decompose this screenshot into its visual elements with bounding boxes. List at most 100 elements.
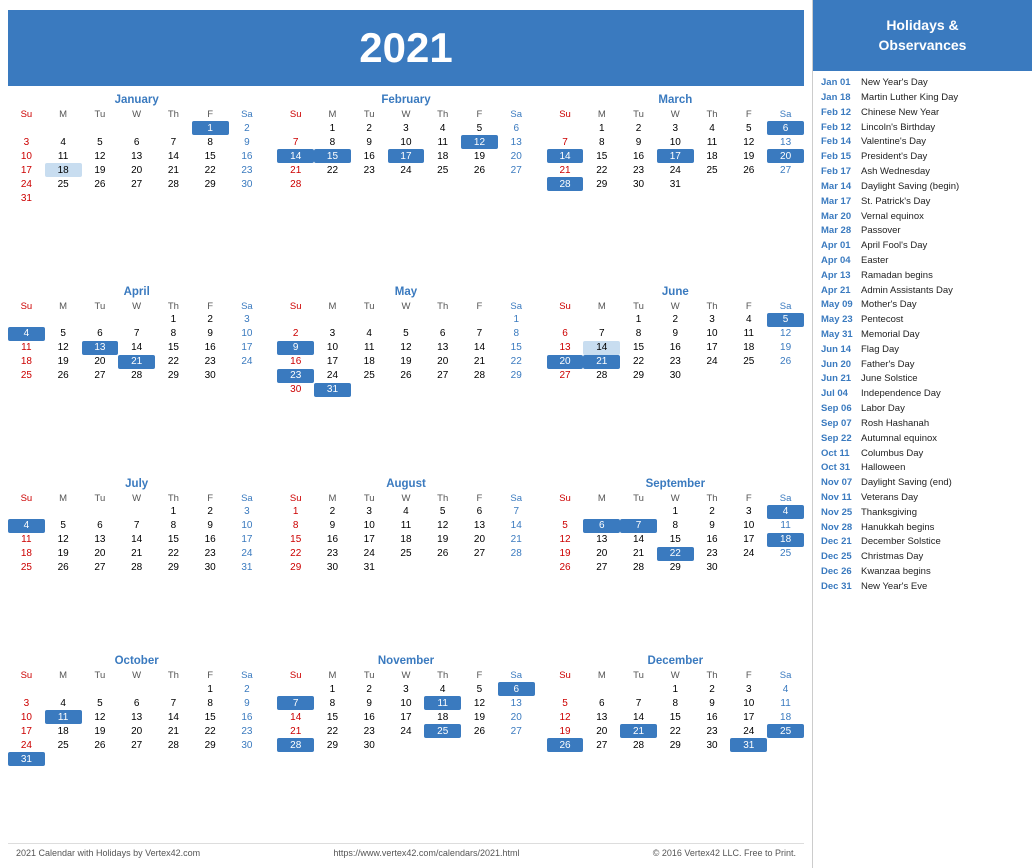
holiday-date: Dec 25 [821, 551, 857, 564]
year-header: 2021 [8, 10, 804, 86]
calendar-day: 6 [583, 519, 620, 533]
calendar-day: 25 [730, 355, 767, 369]
holiday-row: Apr 01April Fool's Day [821, 240, 1024, 253]
calendar-day: 19 [45, 355, 82, 369]
holiday-date: Nov 07 [821, 477, 857, 490]
day-header-su: Su [8, 492, 45, 505]
calendar-day: 2 [620, 121, 657, 135]
day-header-su: Su [8, 669, 45, 682]
holiday-date: Apr 13 [821, 270, 857, 283]
day-header-sa: Sa [229, 669, 266, 682]
calendar-day: 24 [229, 547, 266, 561]
day-header-tu: Tu [82, 108, 119, 121]
calendar-day: 14 [547, 149, 584, 163]
calendar-day [155, 752, 192, 766]
day-header-m: M [314, 108, 351, 121]
calendar-day: 26 [547, 561, 584, 575]
day-header-su: Su [277, 492, 314, 505]
calendar-day: 7 [277, 135, 314, 149]
day-header-th: Th [155, 108, 192, 121]
month-block-october: OctoberSuMTuWThFSa1234567891011121314151… [8, 655, 265, 839]
calendar-day: 9 [620, 135, 657, 149]
calendar-day [694, 177, 731, 191]
holiday-row: Jan 01New Year's Day [821, 77, 1024, 90]
calendar-day [229, 752, 266, 766]
calendar-day: 4 [351, 327, 388, 341]
holiday-name: Pentecost [861, 314, 903, 327]
calendar-day: 17 [388, 710, 425, 724]
calendar-day [424, 738, 461, 752]
calendar-day [45, 191, 82, 205]
calendar-day: 4 [8, 327, 45, 341]
calendar-day: 18 [388, 533, 425, 547]
calendar-day: 29 [657, 561, 694, 575]
calendar-day: 12 [424, 519, 461, 533]
calendar-day: 22 [498, 355, 535, 369]
day-header-sa: Sa [229, 492, 266, 505]
calendar-day: 22 [314, 724, 351, 738]
calendar-day: 9 [229, 135, 266, 149]
day-header-th: Th [155, 669, 192, 682]
holiday-row: Sep 07Rosh Hashanah [821, 418, 1024, 431]
calendar-day [730, 369, 767, 383]
calendar-day: 2 [192, 313, 229, 327]
calendar-day [424, 561, 461, 575]
holiday-name: June Solstice [861, 373, 918, 386]
calendar-day [388, 561, 425, 575]
day-header-m: M [583, 669, 620, 682]
calendar-day: 8 [155, 519, 192, 533]
day-header-f: F [461, 492, 498, 505]
holiday-name: Father's Day [861, 359, 915, 372]
calendar-day: 5 [547, 519, 584, 533]
calendar-day: 18 [351, 355, 388, 369]
month-block-may: MaySuMTuWThFSa12345678910111213141516171… [277, 286, 534, 470]
calendar-day: 24 [8, 177, 45, 191]
calendar-day [461, 383, 498, 397]
holiday-row: Oct 11Columbus Day [821, 448, 1024, 461]
day-header-f: F [192, 492, 229, 505]
calendar-day: 15 [314, 710, 351, 724]
day-header-sa: Sa [498, 300, 535, 313]
day-header-f: F [730, 108, 767, 121]
calendar-table: SuMTuWThFSa12345678910111213141516171819… [8, 300, 265, 383]
calendar-day: 19 [45, 547, 82, 561]
holiday-date: Jun 20 [821, 359, 857, 372]
holiday-row: Apr 04Easter [821, 255, 1024, 268]
calendar-day: 30 [314, 561, 351, 575]
calendar-day: 27 [118, 177, 155, 191]
calendar-day: 6 [767, 121, 804, 135]
month-block-november: NovemberSuMTuWThFSa123456789101112131415… [277, 655, 534, 839]
day-header-su: Su [547, 108, 584, 121]
day-header-sa: Sa [229, 300, 266, 313]
holiday-name: April Fool's Day [861, 240, 927, 253]
calendar-day: 25 [8, 369, 45, 383]
calendar-day: 24 [351, 547, 388, 561]
holiday-name: Passover [861, 225, 901, 238]
calendar-day: 9 [694, 519, 731, 533]
holiday-date: Dec 26 [821, 566, 857, 579]
holiday-name: Daylight Saving (end) [861, 477, 952, 490]
day-header-f: F [461, 108, 498, 121]
calendar-day: 17 [730, 710, 767, 724]
calendar-day: 20 [82, 547, 119, 561]
day-header-sa: Sa [229, 108, 266, 121]
calendar-day: 28 [155, 738, 192, 752]
holiday-row: May 09Mother's Day [821, 299, 1024, 312]
day-header-f: F [730, 669, 767, 682]
calendar-day: 12 [45, 341, 82, 355]
footer-left: 2021 Calendar with Holidays by Vertex42.… [16, 848, 200, 858]
day-header-m: M [583, 300, 620, 313]
calendar-day: 1 [583, 121, 620, 135]
calendar-table: SuMTuWThFSa12345678910111213141516171819… [8, 108, 265, 205]
calendar-day: 10 [730, 519, 767, 533]
calendar-day: 7 [155, 135, 192, 149]
day-header-w: W [118, 108, 155, 121]
calendar-day: 3 [694, 313, 731, 327]
calendar-day: 27 [118, 738, 155, 752]
calendar-day [620, 682, 657, 696]
calendar-day: 29 [155, 561, 192, 575]
holidays-list: Jan 01New Year's DayJan 18Martin Luther … [813, 71, 1032, 868]
holiday-row: Mar 28Passover [821, 225, 1024, 238]
calendar-day: 22 [192, 724, 229, 738]
calendar-day: 10 [229, 327, 266, 341]
